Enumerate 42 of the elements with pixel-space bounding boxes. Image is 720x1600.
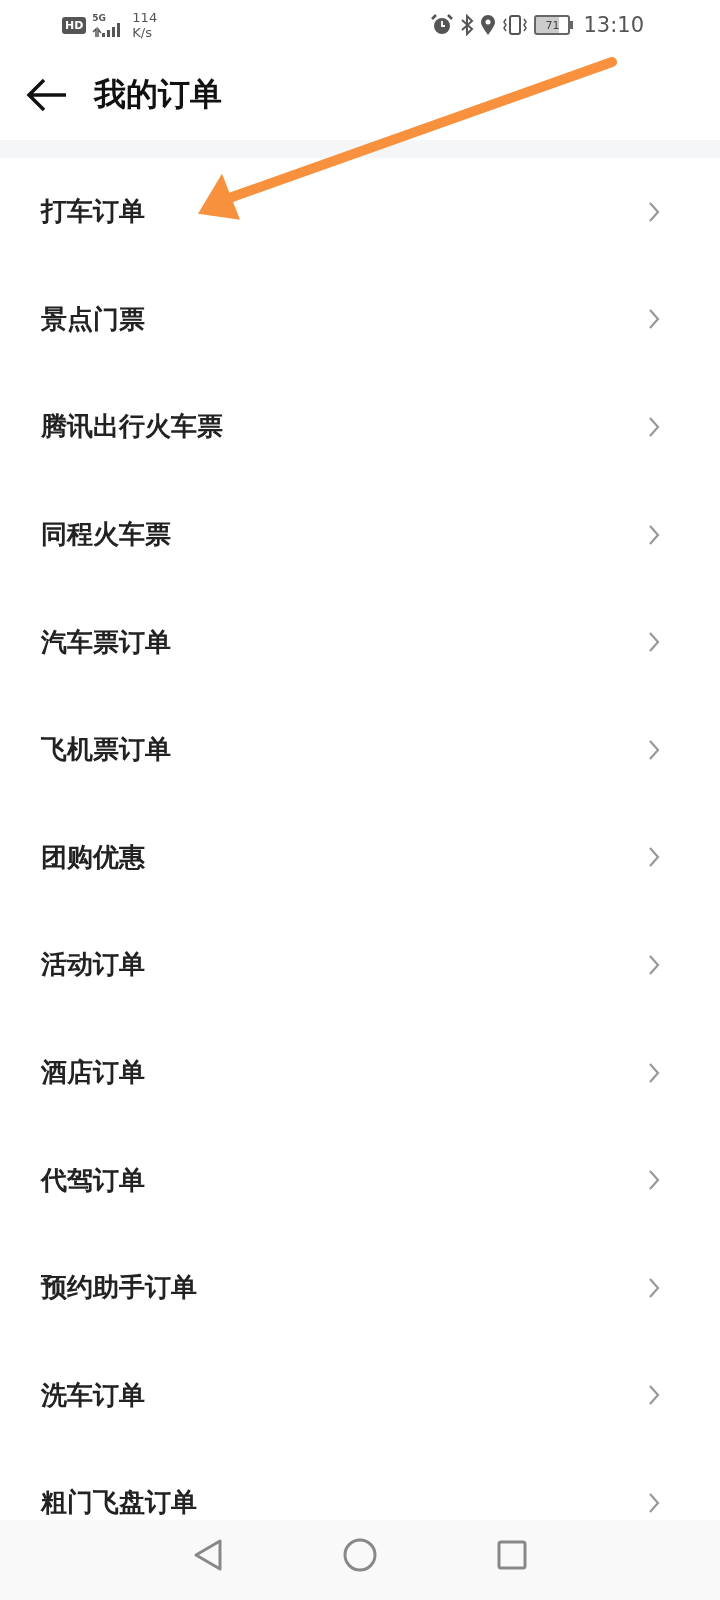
order-category-item[interactable]: 预约助手订单 [0,1233,720,1342]
chevron-right-icon [648,738,660,761]
order-category-item[interactable]: 同程火车票 [0,480,720,589]
chevron-right-icon [648,200,660,223]
back-nav-icon[interactable] [193,1538,223,1572]
order-category-item[interactable]: 代驾订单 [0,1126,720,1234]
order-category-item[interactable]: 粗门飞盘订单 [0,1449,720,1520]
vibrate-icon [502,14,529,36]
speed-value: 114 [132,10,158,25]
order-category-item[interactable]: 汽车票订单 [0,588,720,696]
alarm-icon [430,14,455,36]
home-nav-icon[interactable] [343,1538,377,1572]
chevron-right-icon [648,1384,660,1407]
bluetooth-icon [460,14,475,36]
order-category-item[interactable]: 打车订单 [0,158,720,266]
chevron-right-icon [648,1276,660,1299]
order-category-item[interactable]: 飞机票订单 [0,695,720,804]
location-icon [480,14,497,36]
speed-unit: K/s [132,25,154,40]
back-icon[interactable] [26,78,68,112]
signal-icon [92,23,123,37]
page-title: 我的订单 [94,75,222,114]
order-category-item[interactable]: 景点门票 [0,265,720,374]
chevron-right-icon [648,523,660,546]
chevron-right-icon [648,416,660,438]
hd-badge: HD [62,16,87,34]
order-category-item[interactable]: 洗车订单 [0,1341,720,1450]
chevron-right-icon [648,846,660,869]
order-category-item[interactable]: 团购优惠 [0,803,720,912]
network-type: 5G [92,13,106,23]
chevron-right-icon [648,308,660,331]
order-category-item[interactable]: 腾讯出行火车票 [0,373,720,481]
chevron-right-icon [648,1061,660,1084]
order-category-item[interactable]: 活动订单 [0,911,720,1019]
chevron-right-icon [648,1169,660,1192]
order-category-item[interactable]: 酒店订单 [0,1018,720,1127]
battery-icon: 71 [534,15,574,35]
chevron-right-icon [648,953,660,976]
recents-nav-icon[interactable] [497,1540,527,1570]
chevron-right-icon [648,1491,660,1514]
clock-time: 13:10 [583,13,644,37]
chevron-right-icon [648,631,660,654]
